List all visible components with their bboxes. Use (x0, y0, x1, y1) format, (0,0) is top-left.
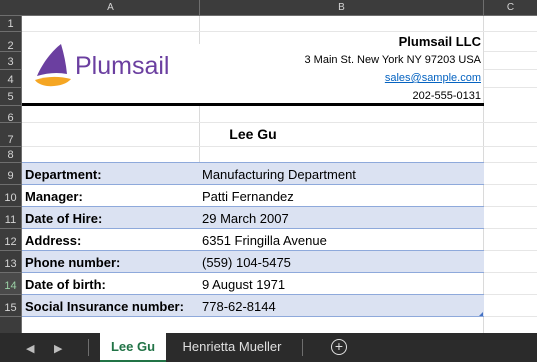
gridline (22, 31, 537, 32)
field-value[interactable]: 6351 Fringilla Avenue (202, 233, 327, 248)
header-divider (22, 103, 484, 106)
field-value[interactable]: 9 August 1971 (202, 277, 285, 292)
gridline (484, 51, 537, 52)
chevron-left-icon[interactable]: ◀ (26, 342, 34, 355)
table-border (22, 162, 484, 163)
row-header-8[interactable]: 8 (0, 147, 22, 163)
tab-lee-gu[interactable]: Lee Gu (100, 333, 166, 362)
row-header-5[interactable]: 5 (0, 88, 22, 106)
table-border (22, 316, 484, 317)
table-resize-handle[interactable] (479, 312, 483, 316)
row-header-1[interactable]: 1 (0, 16, 22, 32)
field-value[interactable]: 778-62-8144 (202, 299, 276, 314)
table-border (22, 206, 484, 207)
chevron-right-icon[interactable]: ▶ (54, 342, 62, 355)
add-sheet-icon[interactable]: + (331, 339, 347, 355)
field-label: Phone number: (25, 255, 121, 270)
row-header-15[interactable]: 15 (0, 295, 22, 317)
row-header-4[interactable]: 4 (0, 70, 22, 88)
company-address: 3 Main St. New York NY 97203 USA (304, 54, 481, 66)
employee-name: Lee Gu (229, 126, 277, 142)
field-value[interactable]: Manufacturing Department (202, 167, 356, 182)
gridline (22, 122, 537, 123)
tab-henrietta-mueller[interactable]: Henrietta Mueller (170, 333, 294, 362)
table-border (22, 250, 484, 251)
row-header-7[interactable]: 7 (0, 123, 22, 147)
table-border (22, 294, 484, 295)
tab-separator (88, 339, 89, 356)
gridline (484, 272, 537, 273)
field-label: Address: (25, 233, 82, 248)
row-header-14[interactable]: 14 (0, 273, 22, 295)
tab-separator (302, 339, 303, 356)
field-label: Department: (25, 167, 102, 182)
gridline (484, 294, 537, 295)
field-label: Social Insurance number: (25, 299, 184, 314)
column-header-a[interactable]: A (22, 0, 200, 16)
gridline (484, 87, 537, 88)
gridline (484, 228, 537, 229)
sail-icon (35, 44, 71, 87)
select-all-corner[interactable] (0, 0, 22, 16)
row-header-2[interactable]: 2 (0, 32, 22, 52)
logo-wordmark: Plumsail (75, 52, 170, 80)
row-header-3[interactable]: 3 (0, 52, 22, 70)
row-header-13[interactable]: 13 (0, 251, 22, 273)
field-label: Date of Hire: (25, 211, 103, 226)
row-header-12[interactable]: 12 (0, 229, 22, 251)
table-border (22, 184, 484, 185)
company-email-link[interactable]: sales@sample.com (200, 72, 481, 84)
field-value[interactable]: 29 March 2007 (202, 211, 289, 226)
column-header-c[interactable]: C (484, 0, 537, 16)
table-border (22, 228, 484, 229)
gridline (22, 146, 537, 147)
table-border (22, 272, 484, 273)
column-header-b[interactable]: B (200, 0, 484, 16)
company-phone: 202-555-0131 (412, 90, 481, 102)
gridline (484, 184, 537, 185)
field-label: Manager: (25, 189, 83, 204)
row-header-10[interactable]: 10 (0, 185, 22, 207)
row-header-6[interactable]: 6 (0, 106, 22, 124)
sheet-tabs-bar: ◀ ▶ Lee Gu Henrietta Mueller + (0, 333, 537, 362)
gridline (484, 69, 537, 70)
field-value[interactable]: Patti Fernandez (202, 189, 294, 204)
field-label: Date of birth: (25, 277, 106, 292)
row-header-11[interactable]: 11 (0, 207, 22, 229)
gridline (484, 206, 537, 207)
company-logo: Plumsail (33, 42, 183, 92)
field-value[interactable]: (559) 104-5475 (202, 255, 291, 270)
company-name: Plumsail LLC (398, 34, 481, 49)
row-header-9[interactable]: 9 (0, 163, 22, 185)
gridline (484, 250, 537, 251)
row-header-filler (0, 317, 22, 333)
